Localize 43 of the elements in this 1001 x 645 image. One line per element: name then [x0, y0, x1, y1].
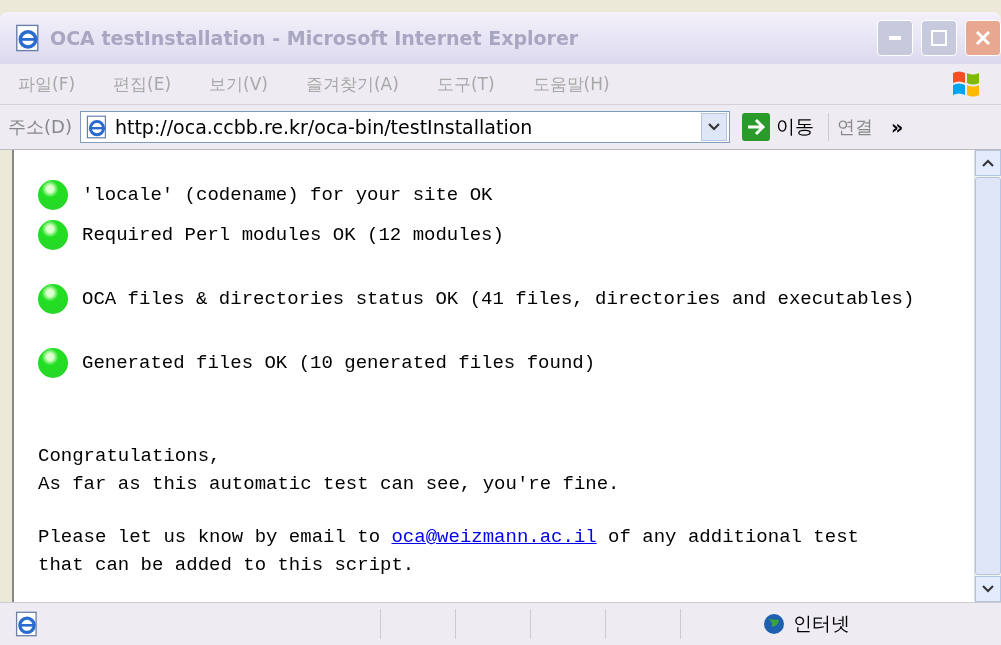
zone-label: 인터넷	[793, 611, 850, 636]
message-text: As far as this automatic test can see, you're fine.	[38, 473, 620, 495]
status-dot	[38, 220, 68, 250]
minimize-button[interactable]	[877, 20, 913, 56]
menu-item[interactable]: 파일(F)	[18, 72, 76, 96]
chevron-down-icon	[982, 585, 994, 593]
menu-item[interactable]: 편집(E)	[113, 72, 172, 96]
more-chevron[interactable]: »	[890, 116, 904, 138]
menu-item[interactable]: 도구(T)	[436, 72, 495, 96]
menu-item[interactable]: 보기(V)	[209, 72, 268, 96]
close-icon	[975, 30, 991, 46]
message-text: Congratulations,	[38, 445, 221, 467]
chevron-up-icon	[982, 159, 994, 167]
address-label: 주소(D)	[8, 115, 72, 139]
minimize-icon	[889, 36, 901, 40]
status-dot	[38, 284, 68, 314]
address-field[interactable]: http://oca.ccbb.re.kr/oca-bin/testInstallation	[79, 111, 730, 143]
go-button[interactable]: 이동	[737, 113, 829, 141]
links-label[interactable]: 연결	[836, 115, 873, 139]
scroll-up-button[interactable]	[975, 150, 1001, 176]
status-dot	[38, 348, 68, 378]
menu-item[interactable]: 도움말(H)	[532, 72, 610, 96]
scroll-down-button[interactable]	[975, 576, 1001, 602]
globe-icon	[763, 613, 785, 635]
dropdown-icon[interactable]	[700, 113, 727, 141]
maximize-button[interactable]	[921, 20, 957, 56]
windows-logo-icon	[951, 69, 981, 99]
contact-text: Please let us know by email to oca@weizmann.ac.il of any additional test	[38, 525, 860, 550]
check-text: 'locale' (codename) for your site OK	[82, 183, 493, 208]
check-text: OCA files & directories status OK (41 files, directories and executables)	[82, 287, 915, 312]
page-icon	[14, 24, 42, 52]
arrow-right-icon	[741, 113, 770, 141]
page-icon	[84, 115, 109, 139]
check-text: Required Perl modules OK (12 modules)	[82, 223, 504, 248]
status-dot	[38, 180, 68, 210]
maximize-icon	[931, 30, 947, 46]
check-text: Generated files OK (10 generated files found)	[82, 351, 596, 376]
menu-item[interactable]: 즐겨찾기(A)	[305, 72, 399, 96]
email-link[interactable]: oca@weizmann.ac.il	[391, 526, 597, 548]
window-title: OCA testInstallation - Microsoft Internet Explorer	[50, 27, 580, 49]
close-button[interactable]	[965, 20, 1001, 56]
page-icon	[14, 611, 40, 637]
contact-text: that can be added to this script.	[38, 554, 415, 576]
